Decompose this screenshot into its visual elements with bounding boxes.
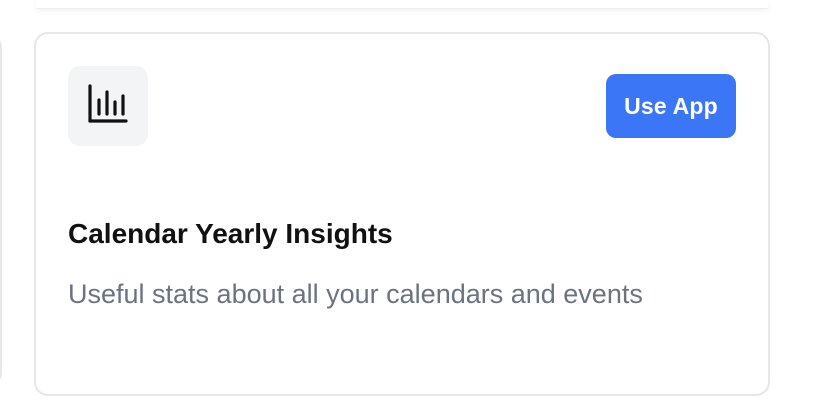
bar-chart-icon [87, 83, 129, 130]
previous-section-edge [36, 0, 768, 9]
app-icon-tile [68, 66, 148, 146]
app-card: Use App Calendar Yearly Insights Useful … [34, 32, 770, 396]
previous-card-edge [0, 36, 2, 384]
use-app-button[interactable]: Use App [606, 74, 736, 138]
app-description: Useful stats about all your calendars an… [68, 279, 643, 309]
app-title: Calendar Yearly Insights [68, 218, 393, 249]
